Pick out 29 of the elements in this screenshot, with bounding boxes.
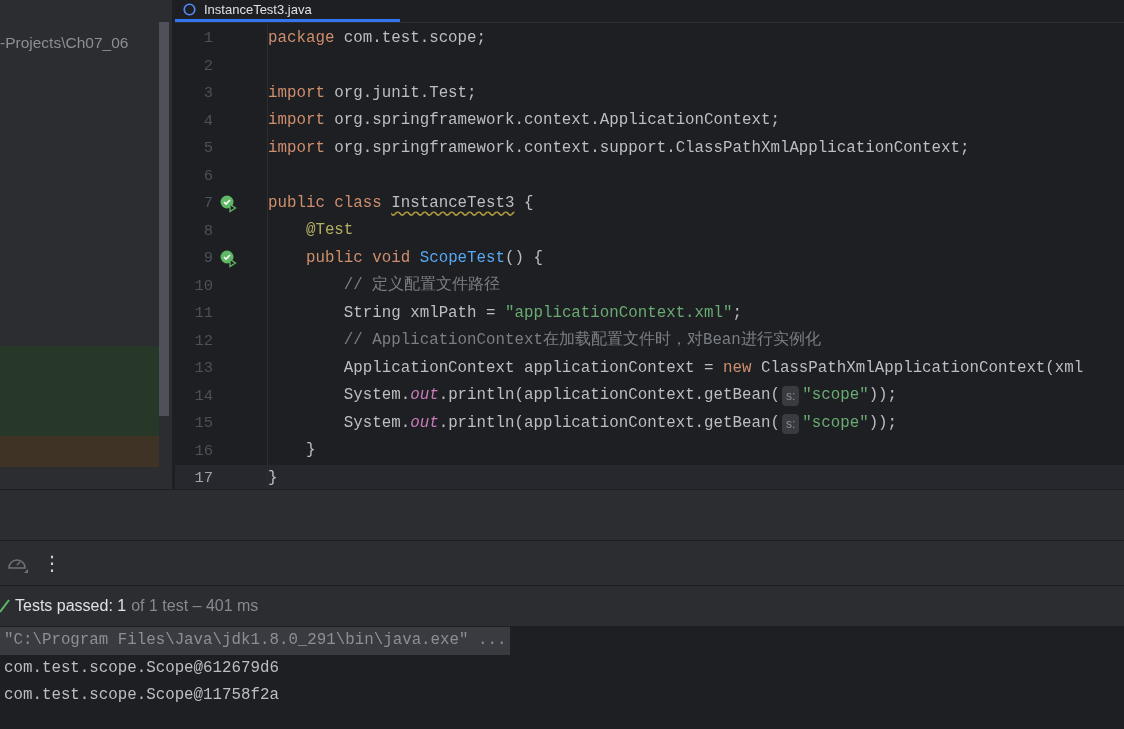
- code-line: import org.junit.Test;: [268, 82, 477, 104]
- code-line: }: [268, 467, 278, 489]
- project-path: -Projects\Ch07_06: [0, 33, 130, 53]
- test-detail: of 1 test – 401 ms: [131, 596, 259, 616]
- code-line: import org.springframework.context.ApplicationContext;: [268, 110, 780, 132]
- test-passed-run-icon[interactable]: [220, 249, 238, 268]
- code-line: String xmlPath = "applicationContext.xml";: [342, 302, 742, 324]
- line-number: 17: [193, 468, 213, 489]
- console-line: com.test.scope.Scope@612679d6: [3, 657, 279, 679]
- console-line: com.test.scope.Scope@11758f2a: [3, 685, 279, 706]
- code-line: public class InstanceTest3 {: [268, 192, 534, 214]
- code-line: // ApplicationContext在加载配置文件时，对Bean进行实例化: [342, 329, 821, 352]
- more-menu-button[interactable]: ⋮: [42, 553, 62, 573]
- code-line: System.out.println(applicationContext.getBean( s: "scope"));: [342, 385, 898, 409]
- scrollbar-thumb[interactable]: [159, 22, 169, 416]
- code-line: package com.test.scope;: [268, 27, 487, 49]
- code-line: }: [304, 440, 316, 462]
- code-line: import org.springframework.context.support.ClassPathXmlApplicationContext;: [268, 137, 970, 159]
- code-line: // 定义配置文件路径: [342, 274, 501, 297]
- code-line: @Test: [304, 220, 354, 242]
- parameter-hint: s:: [781, 413, 800, 434]
- test-passed-run-icon[interactable]: [220, 194, 238, 213]
- code-line: System.out.println(applicationContext.getBean( s: "scope"));: [342, 412, 898, 436]
- file-icon: [183, 3, 196, 16]
- parameter-hint: s:: [781, 386, 800, 407]
- code-line: ApplicationContext applicationContext = new ClassPathXmlApplicationContext(xml: [342, 357, 1084, 379]
- code-line: public void ScopeTest() {: [304, 247, 543, 269]
- test-summary: Tests passed: 1: [15, 596, 127, 616]
- file-tab[interactable]: InstanceTest3.java: [175, 0, 400, 22]
